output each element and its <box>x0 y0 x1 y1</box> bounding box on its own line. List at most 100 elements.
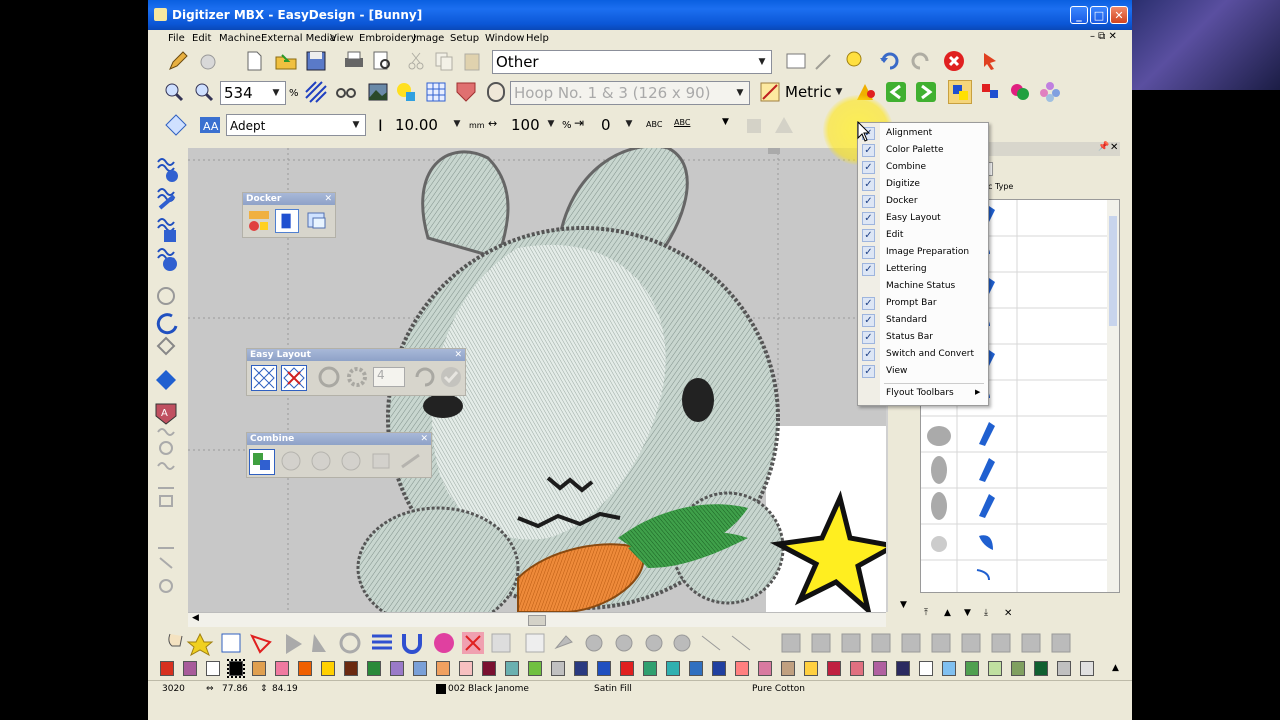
zoom-in-icon[interactable] <box>162 80 186 104</box>
color-swatch[interactable] <box>574 661 588 676</box>
zoom-select[interactable]: 534 ▼ <box>220 81 286 105</box>
objects-icon[interactable] <box>948 80 972 104</box>
maximize-button[interactable]: □ <box>1090 6 1108 24</box>
arrow-left-icon[interactable] <box>884 80 908 104</box>
hand-tool-icon[interactable] <box>196 49 220 73</box>
thread-docker-icon[interactable] <box>275 209 299 233</box>
color-swatch[interactable] <box>390 661 404 676</box>
move-top-icon[interactable]: ⤒ <box>924 608 928 618</box>
menu-item-edit[interactable]: ✓ Edit <box>858 227 988 244</box>
font-select[interactable]: Adept ▼ <box>226 114 366 136</box>
close-button[interactable]: ✕ <box>1110 6 1128 24</box>
width-select[interactable]: 100 ▼ <box>508 114 560 136</box>
color-swatch[interactable] <box>689 661 703 676</box>
move-bottom-icon[interactable]: ⤓ <box>984 608 988 618</box>
close-icon[interactable]: ✕ <box>1110 142 1118 153</box>
sequence-docker-icon[interactable] <box>247 209 271 233</box>
easy-layout-title[interactable]: Easy Layout ✕ <box>247 349 465 361</box>
color-swatch[interactable] <box>1057 661 1071 676</box>
color-swatch[interactable] <box>643 661 657 676</box>
hoop-select[interactable]: Hoop No. 1 & 3 (126 x 90) ▼ <box>510 81 750 105</box>
menu-item-view[interactable]: ✓ View <box>858 363 988 380</box>
height-select[interactable]: 10.00 ▼ <box>392 114 466 136</box>
menu-item-status-bar[interactable]: ✓ Status Bar <box>858 329 988 346</box>
menu-item-machine-status[interactable]: Machine Status <box>858 278 988 295</box>
color-swatch[interactable] <box>712 661 726 676</box>
delete-icon[interactable]: ✕ <box>1004 608 1012 619</box>
chevron-down-icon[interactable]: ▼ <box>450 114 464 136</box>
menu-machine[interactable]: Machine <box>219 33 261 44</box>
trim-icon[interactable] <box>309 449 335 475</box>
copy-icon[interactable] <box>432 49 456 73</box>
menu-help[interactable]: Help <box>526 33 549 44</box>
save-icon[interactable] <box>304 49 328 73</box>
color-swatch[interactable] <box>482 661 496 676</box>
chevron-down-icon[interactable]: ▼ <box>722 117 729 127</box>
color-swatch[interactable] <box>505 661 519 676</box>
menu-setup[interactable]: Setup <box>450 33 479 44</box>
text-style-icon[interactable]: ABC <box>646 120 662 129</box>
flower-icon[interactable] <box>1038 80 1062 104</box>
color-swatch[interactable] <box>183 661 197 676</box>
chevron-down-icon[interactable]: ▼ <box>622 114 636 136</box>
menu-image[interactable]: Image <box>413 33 444 44</box>
color-swatch[interactable] <box>735 661 749 676</box>
gear-icon[interactable] <box>345 365 371 391</box>
color-swatch[interactable] <box>988 661 1002 676</box>
letter-shape-icon[interactable] <box>772 113 796 137</box>
color-swatch[interactable] <box>528 661 542 676</box>
color-swatch[interactable] <box>436 661 450 676</box>
chevron-down-icon[interactable]: ▼ <box>733 82 747 104</box>
menu-item-standard[interactable]: ✓ Standard <box>858 312 988 329</box>
color-swatch[interactable] <box>321 661 335 676</box>
menu-item-docker[interactable]: ✓ Docker <box>858 193 988 210</box>
print-preview-icon[interactable] <box>370 49 394 73</box>
color-swatch[interactable] <box>459 661 473 676</box>
combine-objects-icon[interactable] <box>249 449 275 475</box>
open-folder-icon[interactable] <box>274 49 298 73</box>
pencil-icon[interactable] <box>166 49 190 73</box>
weld-icon[interactable] <box>279 449 305 475</box>
menu-item-image-preparation[interactable]: ✓ Image Preparation <box>858 244 988 261</box>
color-swatch[interactable] <box>666 661 680 676</box>
menu-view[interactable]: View <box>330 33 354 44</box>
menu-item-lettering[interactable]: ✓ Lettering <box>858 261 988 278</box>
close-icon[interactable]: ✕ <box>324 193 332 205</box>
move-up-icon[interactable]: ▲ <box>944 608 951 618</box>
spacing-select[interactable]: 0 ▼ <box>598 114 638 136</box>
mdi-controls-icon[interactable]: – ⧉ ✕ <box>1090 31 1117 42</box>
align-icon[interactable] <box>164 113 188 137</box>
reset-icon[interactable] <box>413 365 437 391</box>
color-swatch[interactable] <box>227 659 245 678</box>
menu-item-easy-layout[interactable]: ✓ Easy Layout <box>858 210 988 227</box>
menu-item-digitize[interactable]: ✓ Digitize <box>858 176 988 193</box>
scroll-left-icon[interactable]: ◀ <box>192 613 199 623</box>
apply-check-icon[interactable] <box>439 365 463 391</box>
color-swatch[interactable] <box>827 661 841 676</box>
color-swatch[interactable] <box>275 661 289 676</box>
wizard-icon[interactable] <box>812 49 836 73</box>
object-docker-icon[interactable] <box>305 209 329 233</box>
letter-edit-icon[interactable] <box>744 113 768 137</box>
color-swatch[interactable] <box>413 661 427 676</box>
chevron-down-icon[interactable]: ▼ <box>755 51 769 73</box>
color-swatch[interactable] <box>804 661 818 676</box>
grid-icon[interactable] <box>424 80 448 104</box>
menu-item-color-palette[interactable]: ✓ Color Palette <box>858 142 988 159</box>
palette-scroll-icon[interactable]: ▲ <box>1112 663 1119 673</box>
pin-icon[interactable]: 📌 <box>1098 142 1109 152</box>
circle-array-icon[interactable] <box>317 365 343 391</box>
color-swatch[interactable] <box>1011 661 1025 676</box>
color-swatch[interactable] <box>781 661 795 676</box>
stop-icon[interactable] <box>942 49 966 73</box>
stitch-view-icon[interactable] <box>304 80 328 104</box>
color-swatch[interactable] <box>919 661 933 676</box>
lettering-icon[interactable]: AA <box>198 113 222 137</box>
color-blocks-icon[interactable] <box>394 80 418 104</box>
menu-edit[interactable]: Edit <box>192 33 211 44</box>
menu-file[interactable]: File <box>168 33 185 44</box>
color-swatch[interactable] <box>367 661 381 676</box>
array-count-input[interactable]: 4 <box>373 367 405 387</box>
color-swatch[interactable] <box>850 661 864 676</box>
chevron-down-icon[interactable]: ▼ <box>544 114 558 136</box>
